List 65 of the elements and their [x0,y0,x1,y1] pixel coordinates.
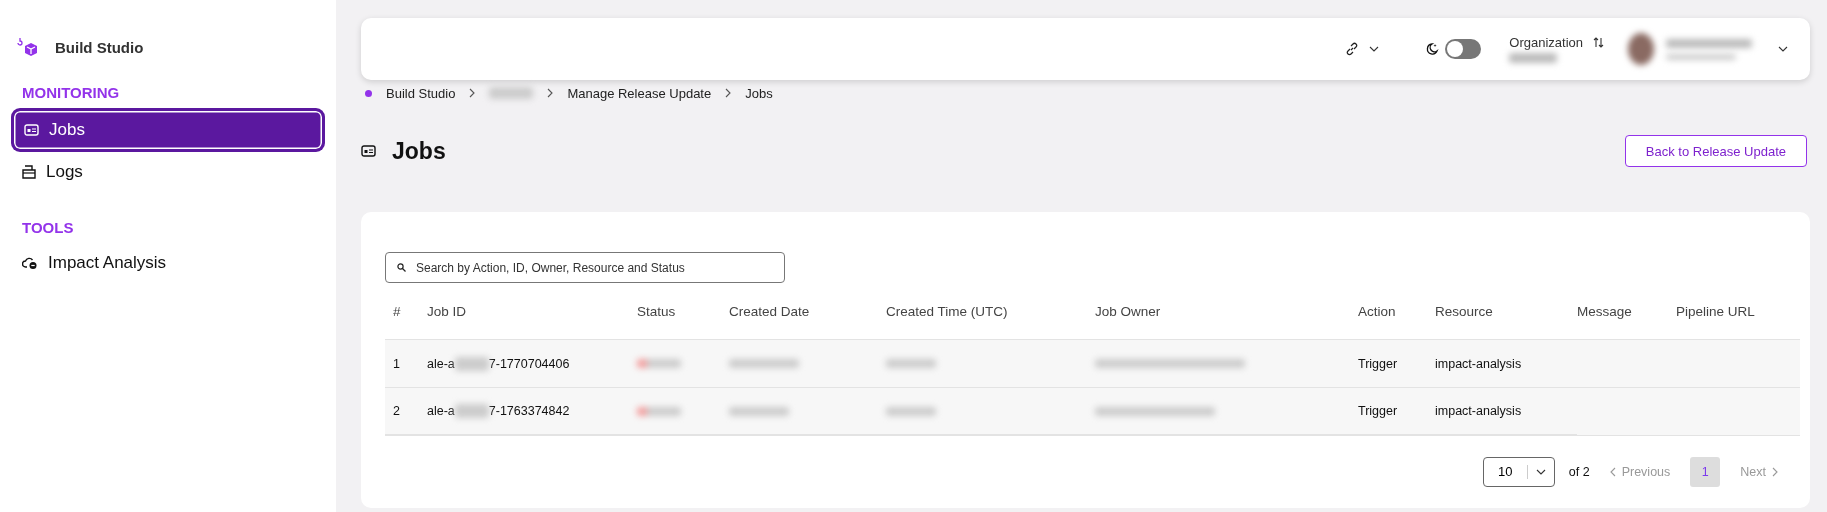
chevron-right-icon [725,88,732,98]
column-header: Status [637,303,676,319]
dark-mode-toggle[interactable] [1445,39,1482,59]
column-header: Created Time (UTC) [886,303,1008,319]
id-card-icon [24,124,39,136]
organization-label: Organization [1509,35,1583,50]
page-title: Jobs [392,137,446,165]
job-id-start: ale-a [427,356,455,371]
sidebar-item[interactable]: Jobs [12,109,324,151]
id-card-icon [361,145,376,157]
job-id-start: ale-a [427,404,455,418]
table-cell: Trigger [1358,404,1398,418]
brand-name: Build Studio [55,38,144,56]
swap-arrows-icon[interactable] [1593,37,1604,48]
column-header: # [393,303,401,319]
avatar[interactable] [1628,33,1654,65]
column-header: Action [1358,303,1396,319]
breadcrumb-item[interactable]: Jobs [745,85,773,101]
section-heading: MONITORING [21,84,121,101]
blurred-status [637,406,681,416]
chevron-right-icon [1772,467,1778,477]
blurred-text [1666,53,1736,60]
chevron-right-icon [547,88,554,98]
table-cell: impact-analysis [1435,404,1522,418]
column-header: Job Owner [1095,303,1161,319]
chevron-down-icon [1535,469,1546,475]
column-header: Job ID [427,303,467,319]
sidebar-item[interactable]: Logs [12,153,324,191]
breadcrumb-item[interactable]: Manage Release Update [567,85,712,101]
table-cell: Trigger [1358,356,1398,371]
breadcrumb-item[interactable]: Build Studio [386,85,456,101]
chevron-left-icon [1609,467,1616,477]
search-field[interactable]: Search by Action, ID, Owner, Resource and Status [385,252,785,283]
section-heading: TOOLS [21,219,75,236]
blurred-text [489,87,534,99]
blurred-text [1509,53,1558,63]
chevron-down-icon[interactable] [1369,46,1380,52]
blurred-text [886,359,936,368]
page-button[interactable]: 1 [1690,457,1721,487]
job-id-end: 7-1763374842 [488,404,570,418]
column-header: Created Date [729,303,810,319]
page-size-select[interactable]: 10 [1482,457,1555,487]
link-icon[interactable] [1345,42,1360,56]
column-header: Resource [1435,303,1493,319]
cube-logo-icon [17,37,39,57]
moon-icon [1425,42,1440,56]
blurred-text [729,406,789,416]
blurred-text [454,404,489,418]
folder-stack-icon [22,165,36,179]
blurred-text [454,356,489,371]
table-cell: impact-analysis [1435,356,1522,371]
sidebar-item[interactable]: Impact Analysis [12,244,324,282]
status-dot [365,89,372,97]
job-id-end: 7-1770704406 [488,356,570,371]
blurred-text [886,406,936,416]
column-header: Message [1577,303,1632,319]
back-button[interactable]: Back to Release Update [1624,135,1807,167]
blurred-text [729,359,799,368]
chevron-right-icon [469,88,476,98]
table-cell: 1 [393,356,400,371]
chevron-down-icon[interactable] [1778,46,1788,52]
column-header: Pipeline URL [1676,303,1755,319]
blurred-status [637,359,681,368]
page-count: of 2 [1568,465,1590,479]
table-cell: 2 [393,404,400,418]
